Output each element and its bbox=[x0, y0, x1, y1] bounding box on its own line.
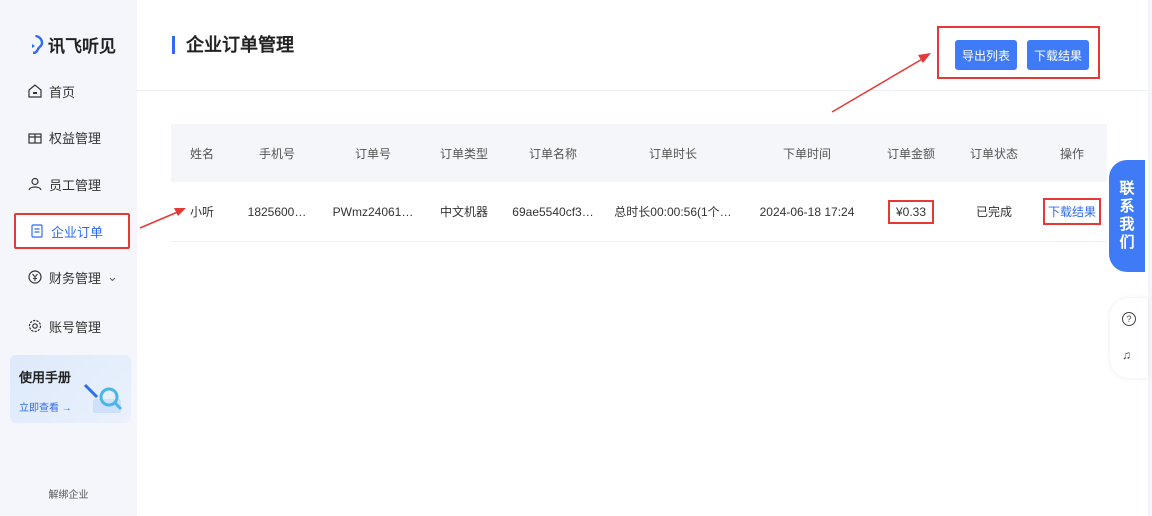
download-results-button[interactable]: 下载结果 bbox=[1027, 40, 1089, 70]
manual-link[interactable]: 立即查看 → bbox=[19, 399, 72, 414]
cell-order-name: 69ae5540cf3… bbox=[512, 204, 594, 219]
sidebar-item-staff[interactable]: 员工管理 bbox=[14, 169, 130, 199]
user-icon bbox=[28, 177, 42, 191]
manual-title: 使用手册 bbox=[19, 370, 72, 385]
sidebar-item-finance[interactable]: 财务管理 ⌄ bbox=[14, 262, 130, 292]
cell-name: 小听 bbox=[189, 205, 214, 219]
cell-amount-wrap: ¥0.33 bbox=[871, 182, 951, 241]
contact-char: 我 bbox=[1119, 216, 1135, 233]
unbind-company-link[interactable]: 解绑企业 bbox=[0, 486, 137, 501]
sidebar-item-label: 权益管理 bbox=[49, 130, 102, 146]
sidebar-item-label: 企业订单 bbox=[51, 224, 104, 240]
headset-icon[interactable]: ♫ bbox=[1122, 348, 1131, 362]
brand-logo[interactable]: 讯飞听见 bbox=[27, 32, 116, 57]
contact-us-button[interactable]: 联 系 我 们 bbox=[1109, 160, 1145, 272]
header-divider bbox=[137, 90, 1148, 91]
cell-order-type: 中文机器 bbox=[439, 205, 488, 219]
table-row: 小听 1825600… PWmz24061… 中文机器 69ae5540cf3…… bbox=[171, 182, 1107, 242]
col-action: 操作 bbox=[1059, 146, 1084, 161]
contact-char: 系 bbox=[1119, 198, 1135, 215]
col-name: 姓名 bbox=[189, 146, 214, 161]
brand-name: 讯飞听见 bbox=[48, 37, 116, 56]
sidebar-item-account[interactable]: 账号管理 bbox=[14, 311, 130, 341]
table-header: 姓名 手机号 订单号 订单类型 订单名称 订单时长 下单时间 订单金额 订单状态… bbox=[171, 124, 1107, 182]
gift-icon bbox=[28, 133, 42, 144]
col-order-time: 下单时间 bbox=[782, 146, 831, 161]
ear-icon bbox=[32, 35, 44, 54]
cell-phone: 1825600… bbox=[247, 204, 307, 219]
sidebar-item-label: 首页 bbox=[49, 84, 76, 100]
sidebar-item-label: 账号管理 bbox=[49, 319, 102, 335]
cell-order-no: PWmz24061… bbox=[332, 204, 414, 219]
contact-char: 联 bbox=[1119, 180, 1135, 197]
col-order-name: 订单名称 bbox=[528, 146, 577, 161]
user-manual-card[interactable]: 使用手册 立即查看 → bbox=[10, 355, 131, 423]
col-order-no: 订单号 bbox=[354, 146, 391, 161]
col-amount: 订单金额 bbox=[886, 146, 935, 161]
cell-order-time: 2024-06-18 17:24 bbox=[759, 204, 855, 219]
sidebar-item-label: 员工管理 bbox=[49, 177, 102, 193]
chevron-down-icon: ⌄ bbox=[107, 269, 118, 284]
col-duration: 订单时长 bbox=[648, 146, 697, 161]
download-result-link[interactable]: 下载结果 bbox=[1042, 198, 1101, 225]
cell-action-wrap: 下载结果 bbox=[1037, 182, 1107, 241]
orders-table: 姓名 手机号 订单号 订单类型 订单名称 订单时长 下单时间 订单金额 订单状态… bbox=[171, 124, 1107, 242]
help-icon[interactable]: ? bbox=[1122, 312, 1136, 326]
manual-illustration-icon bbox=[83, 383, 123, 413]
cell-status: 已完成 bbox=[975, 205, 1012, 219]
sidebar-item-label: 财务管理 bbox=[49, 270, 102, 286]
col-phone: 手机号 bbox=[258, 146, 295, 161]
sidebar-item-benefits[interactable]: 权益管理 bbox=[14, 122, 130, 152]
sidebar-item-home[interactable]: 首页 bbox=[14, 76, 130, 106]
cell-duration: 总时长00:00:56(1个… bbox=[614, 205, 732, 219]
order-icon bbox=[31, 224, 43, 238]
main-panel: 企业订单管理 导出列表 下载结果 姓名 手机号 订单号 订单类型 订单名称 订单… bbox=[137, 0, 1148, 516]
yuan-icon bbox=[28, 270, 42, 284]
col-order-type: 订单类型 bbox=[439, 146, 488, 161]
page-title: 企业订单管理 bbox=[172, 36, 294, 54]
contact-char: 们 bbox=[1119, 234, 1135, 251]
sidebar: 讯飞听见 首页 权益管理 员工管理 企业订单 财务管理 ⌄ 账号管理 使用手册 … bbox=[0, 0, 137, 516]
sidebar-item-orders[interactable]: 企业订单 bbox=[14, 213, 130, 249]
export-list-button[interactable]: 导出列表 bbox=[955, 40, 1017, 70]
gear-icon bbox=[28, 319, 42, 333]
floating-tools: ? ♫ bbox=[1110, 298, 1148, 378]
col-status: 订单状态 bbox=[969, 146, 1018, 161]
home-icon bbox=[28, 84, 42, 98]
cell-amount: ¥0.33 bbox=[887, 199, 935, 224]
